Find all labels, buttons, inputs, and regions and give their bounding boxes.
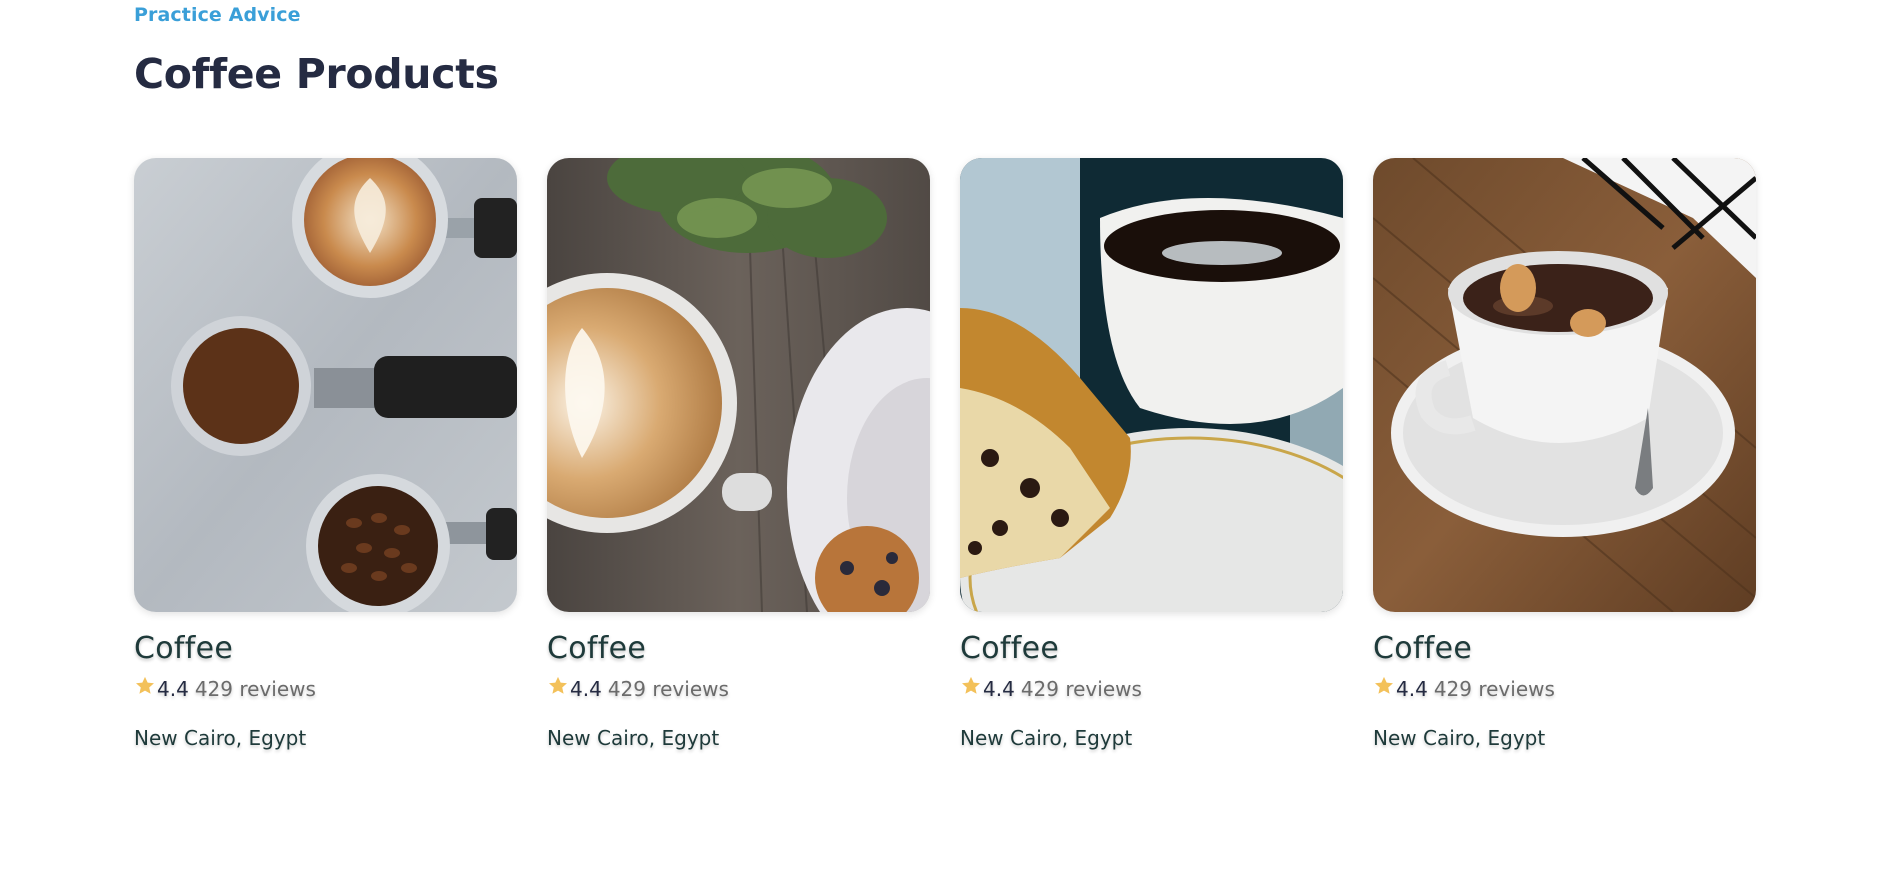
product-image-latte[interactable]: [547, 158, 930, 612]
star-icon: [136, 676, 154, 694]
star-icon: [1375, 676, 1393, 694]
product-card[interactable]: Coffee 4.4 429 reviews New Cairo, Egypt: [547, 158, 930, 750]
rating-value: 4.4: [157, 677, 189, 701]
product-location: New Cairo, Egypt: [547, 726, 720, 750]
page-title: Coffee Products: [134, 50, 499, 98]
product-image-mocha[interactable]: [1373, 158, 1756, 612]
product-name[interactable]: Coffee: [134, 631, 517, 666]
star-icon: [962, 676, 980, 694]
page: Practice Advice Coffee Products Coffee 4…: [0, 0, 1885, 891]
product-name[interactable]: Coffee: [1373, 631, 1756, 666]
black-coffee-with-cake-photo: [960, 158, 1343, 612]
product-card[interactable]: Coffee 4.4 429 reviews New Cairo, Egypt: [134, 158, 517, 750]
review-count: 429 reviews: [1433, 677, 1555, 701]
latte-art-with-cookie-photo: [547, 158, 930, 612]
espresso-portafilters-photo: [134, 158, 517, 612]
rating-row: 4.4 429 reviews: [1373, 676, 1756, 702]
product-image-black-coffee[interactable]: [960, 158, 1343, 612]
product-name[interactable]: Coffee: [960, 631, 1343, 666]
mocha-cup-on-wood-table-photo: [1373, 158, 1756, 612]
rating-value: 4.4: [1396, 677, 1428, 701]
review-count: 429 reviews: [194, 677, 316, 701]
rating-value: 4.4: [983, 677, 1015, 701]
rating-row: 4.4 429 reviews: [134, 676, 517, 702]
product-location: New Cairo, Egypt: [1373, 726, 1546, 750]
product-grid: Coffee 4.4 429 reviews New Cairo, Egypt: [134, 158, 1756, 750]
rating-row: 4.4 429 reviews: [960, 676, 1343, 702]
star-icon: [549, 676, 567, 694]
product-image-espresso[interactable]: [134, 158, 517, 612]
product-location: New Cairo, Egypt: [134, 726, 307, 750]
rating-value: 4.4: [570, 677, 602, 701]
review-count: 429 reviews: [1020, 677, 1142, 701]
section-eyebrow: Practice Advice: [134, 4, 301, 26]
product-card[interactable]: Coffee 4.4 429 reviews New Cairo, Egypt: [1373, 158, 1756, 750]
review-count: 429 reviews: [607, 677, 729, 701]
product-location: New Cairo, Egypt: [960, 726, 1133, 750]
rating-row: 4.4 429 reviews: [547, 676, 930, 702]
product-name[interactable]: Coffee: [547, 631, 930, 666]
product-card[interactable]: Coffee 4.4 429 reviews New Cairo, Egypt: [960, 158, 1343, 750]
